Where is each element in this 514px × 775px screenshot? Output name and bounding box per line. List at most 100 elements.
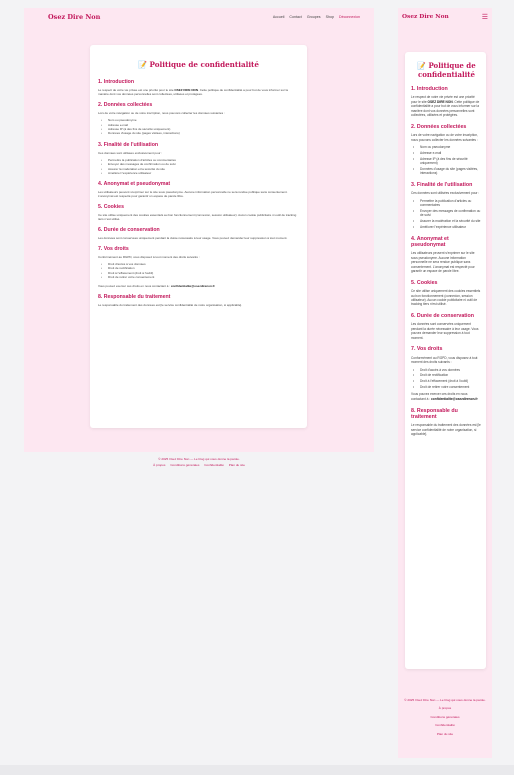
section-list: Nom ou pseudonyme Adresse e-mail Adresse… <box>98 118 299 136</box>
section-title: 7. Vos droits <box>98 245 129 252</box>
list-item: Droit de retirer votre consentement <box>413 385 482 390</box>
section-title: 3. Finalité de l'utilisation <box>98 141 159 148</box>
mobile-section-rights: 7. Vos droits Conformément au RGPD, vous… <box>411 346 482 401</box>
list-item: Améliorer l'expérience utilisateur <box>413 225 482 230</box>
desktop-section-responsibility: 8. Responsable du traitement Le responsa… <box>98 294 299 307</box>
section-text: Conformément au RGPD, vous disposez à to… <box>98 254 200 259</box>
mobile-preview: Osez Dire Non ☰ 📝 Politique de confident… <box>398 8 492 758</box>
list-item: Améliorer l'expérience utilisateur <box>101 171 299 176</box>
section-list: Nom ou pseudonyme Adresse e-mail Adresse… <box>411 145 482 176</box>
footer-link-confidentialite[interactable]: Confidentialité <box>204 463 224 467</box>
desktop-section-purpose: 3. Finalité de l'utilisation Ces données… <box>98 142 299 176</box>
mobile-brand-logo[interactable]: Osez Dire Non <box>402 14 449 20</box>
list-item: Droit à l'effacement (droit à l'oubli) <box>413 379 482 384</box>
bottom-band <box>0 765 514 775</box>
section-title: 7. Vos droits <box>411 346 443 353</box>
desktop-section-intro: 1. Introduction Le respect de votre vie … <box>98 79 299 96</box>
section-list: Permettre la publication d'articles ou c… <box>98 158 299 176</box>
section-text: Les données sont conservées uniquement p… <box>411 322 479 340</box>
desktop-preview: Osez Dire Non Accueil Contact Groupes Sh… <box>24 8 374 467</box>
desktop-navbar: Osez Dire Non Accueil Contact Groupes Sh… <box>24 8 374 26</box>
section-title: 8. Responsable du traitement <box>411 407 458 420</box>
section-text: Le respect de votre vie privée est une p… <box>98 88 288 97</box>
hamburger-menu-icon[interactable]: ☰ <box>482 13 488 21</box>
list-item: Droit d'accès à vos données <box>413 368 482 373</box>
mobile-section-responsibility: 8. Responsable du traitement Le responsa… <box>411 408 482 437</box>
desktop-section-anon: 4. Anonymat et pseudonymat Les utilisate… <box>98 181 299 198</box>
section-title: 4. Anonymat et pseudonymat <box>98 181 171 188</box>
section-text: Conformément au RGPD, vous disposez à to… <box>411 355 478 365</box>
section-text: Ce site utilise uniquement des cookies e… <box>411 289 481 307</box>
section-title: 3. Finalité de l'utilisation <box>411 181 473 188</box>
section-title: 2. Données collectées <box>98 101 153 108</box>
desktop-section-rights: 7. Vos droits Conformément au RGPD, vous… <box>98 246 299 288</box>
footer-copyright: © 2025 Osez Dire Non — Le blog qui vous … <box>404 698 486 702</box>
section-title: 4. Anonymat et pseudonymat <box>411 235 449 248</box>
mobile-section-data: 2. Données collectées Lors de votre navi… <box>411 124 482 176</box>
nav-link-deconnexion[interactable]: Déconnexion <box>339 15 360 19</box>
footer-link-plan[interactable]: Plan du site <box>398 732 492 736</box>
contact-text: Vous pouvez exercer ces droits en nous c… <box>411 392 478 401</box>
section-title: 6. Durée de conservation <box>411 313 474 320</box>
section-text: Lors de votre navigation ou de votre ins… <box>98 110 225 115</box>
footer-links: À propos Conditions générales Confidenti… <box>24 463 374 469</box>
section-text: Ces données sont utilisées exclusivement… <box>411 191 480 196</box>
section-list: Droit d'accès à vos données Droit de rec… <box>411 368 482 390</box>
desktop-policy-card: 📝 Politique de confidentialité 1. Introd… <box>90 45 307 428</box>
footer-link-conditions[interactable]: Conditions générales <box>398 715 492 719</box>
mobile-section-anon: 4. Anonymat et pseudonymat Les utilisate… <box>411 236 482 274</box>
desktop-nav-links: Accueil Contact Groupes Shop Déconnexion <box>273 15 360 19</box>
list-item: Nom ou pseudonyme <box>101 118 299 123</box>
section-title: 2. Données collectées <box>411 123 467 130</box>
section-text: Les utilisateurs peuvent s'exprimer sur … <box>98 190 288 199</box>
footer-link-apropos[interactable]: À propos <box>153 463 165 467</box>
section-text: Ces données sont utilisées exclusivement… <box>98 150 163 155</box>
footer-link-plan[interactable]: Plan du site <box>229 463 245 467</box>
list-item: Données d'usage du site (pages visitées,… <box>413 167 482 176</box>
desktop-section-data: 2. Données collectées Lors de votre navi… <box>98 102 299 136</box>
mobile-policy-card: 📝 Politique de confidentialité 1. Introd… <box>405 52 486 669</box>
footer-link-confidentialite[interactable]: Confidentialité <box>398 723 492 727</box>
section-text: Ce site utilise uniquement des cookies e… <box>98 213 297 222</box>
list-item: Assurer la modération et la sécurité du … <box>413 219 482 224</box>
mobile-footer: © 2025 Osez Dire Non — Le blog qui vous … <box>398 698 492 740</box>
section-title: 1. Introduction <box>411 86 448 92</box>
list-item: Droit de rectification <box>413 373 482 378</box>
nav-link-accueil[interactable]: Accueil <box>273 15 285 19</box>
list-item: Données d'usage du site (pages visitées,… <box>101 131 299 136</box>
section-title: 5. Cookies <box>98 204 124 211</box>
nav-link-contact[interactable]: Contact <box>289 15 301 19</box>
list-item: Nom ou pseudonyme <box>413 145 482 150</box>
mobile-navbar: Osez Dire Non ☰ <box>398 8 492 26</box>
section-title: 6. Durée de conservation <box>98 227 160 234</box>
section-title: 1. Introduction <box>98 79 135 85</box>
contact-text: Vous pouvez exercer ces droits en nous c… <box>98 283 215 288</box>
section-text: Le responsable du traitement des données… <box>411 423 481 437</box>
section-title: 8. Responsable du traitement <box>98 293 171 300</box>
list-item: Droit de retirer votre consentement <box>101 275 299 280</box>
section-title: 5. Cookies <box>411 279 438 286</box>
mobile-page-title: 📝 Politique de confidentialité <box>417 61 476 79</box>
contact-email-link[interactable]: confidentialite@osezdirenon.fr <box>171 284 215 288</box>
nav-link-groupes[interactable]: Groupes <box>307 15 321 19</box>
footer-link-conditions[interactable]: Conditions générales <box>170 463 199 467</box>
footer-link-apropos[interactable]: À propos <box>398 706 492 710</box>
desktop-section-retention: 6. Durée de conservation Les données son… <box>98 227 299 240</box>
desktop-footer: © 2025 Osez Dire Non — Le blog qui vous … <box>24 457 374 468</box>
section-text: Les données sont conservées uniquement p… <box>98 236 288 241</box>
mobile-section-retention: 6. Durée de conservation Les données son… <box>411 313 482 340</box>
list-item: Adresse e-mail <box>413 151 482 156</box>
contact-email-link[interactable]: confidentialite@osezdirenon.fr <box>431 397 478 401</box>
section-list: Droit d'accès à vos données Droit de rec… <box>98 262 299 280</box>
section-text: Les utilisateurs peuvent s'exprimer sur … <box>411 251 475 274</box>
desktop-section-cookies: 5. Cookies Ce site utilise uniquement de… <box>98 204 299 221</box>
section-text: Le responsable du traitement des données… <box>98 302 243 307</box>
section-text: Le respect de votre vie privée est une p… <box>411 95 480 118</box>
mobile-section-cookies: 5. Cookies Ce site utilise uniquement de… <box>411 280 482 307</box>
mobile-section-purpose: 3. Finalité de l'utilisation Ces données… <box>411 181 482 230</box>
list-item: Permettre la publication d'articles ou c… <box>413 199 482 208</box>
section-list: Permettre la publication d'articles ou c… <box>411 199 482 230</box>
nav-link-shop[interactable]: Shop <box>326 15 334 19</box>
desktop-brand-logo[interactable]: Osez Dire Non <box>48 13 100 21</box>
mobile-section-intro: 1. Introduction Le respect de votre vie … <box>411 86 482 117</box>
